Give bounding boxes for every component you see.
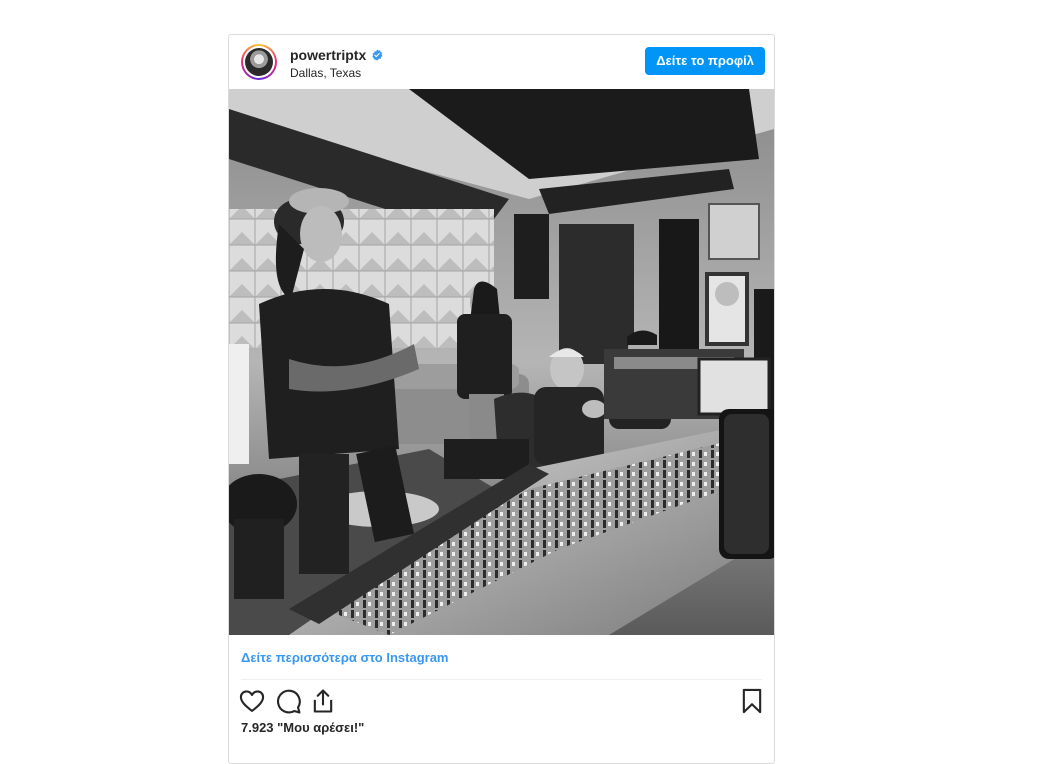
view-profile-button[interactable]: Δείτε το προφίλ [645,47,765,75]
bookmark-icon[interactable] [738,687,766,715]
avatar-image [245,48,273,76]
comment-icon[interactable] [274,687,302,715]
avatar-ring [243,46,275,78]
see-more-link[interactable]: Δείτε περισσότερα στο Instagram [241,650,449,665]
avatar[interactable] [241,44,277,80]
username[interactable]: powertriptx [290,47,366,63]
studio-photo [229,89,774,635]
share-icon[interactable] [309,687,337,715]
likes-count[interactable]: 7.923 "Μου αρέσει!" [241,720,364,735]
instagram-embed: powertriptx Dallas, Texas Δείτε το προφί… [228,34,775,764]
location[interactable]: Dallas, Texas [290,66,361,80]
post-header: powertriptx Dallas, Texas Δείτε το προφί… [229,35,774,89]
post-photo[interactable] [229,89,774,635]
divider [241,679,762,680]
heart-icon[interactable] [238,687,266,715]
username-row: powertriptx [290,47,383,63]
action-bar [229,683,774,723]
verified-badge-icon [372,49,383,61]
